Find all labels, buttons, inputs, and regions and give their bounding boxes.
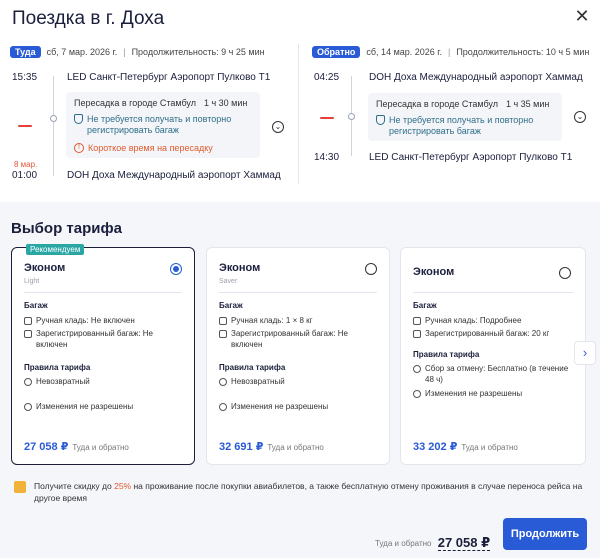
no-change-icon [413,390,421,398]
tariff-radio[interactable] [170,263,182,275]
return-dep-airport: DOH Доха Международный аэропорт Хаммад [369,72,583,83]
tariff-price: 27 058 ₽ Туда и обратно [24,441,129,453]
chevron-right-icon[interactable]: › [574,341,596,365]
outbound-transfer-time: 1 ч 30 мин [203,98,248,108]
hand-luggage-item: Ручная кладь: Не включен [24,316,184,327]
outbound-transfer-box: Пересадка в городе Стамбул 1 ч 30 мин Не… [66,92,260,158]
outbound-date: сб, 7 мар. 2026 г. [46,47,118,57]
return-transfer-time: 1 ч 35 мин [505,99,550,109]
tariff-price: 32 691 ₽ Туда и обратно [219,441,324,453]
bag-icon [219,317,227,325]
return-expand-icon[interactable]: ⌄ [574,111,586,123]
refund-icon [413,365,421,373]
change-rule: Изменения не разрешены [219,402,379,413]
return-arr-time: 14:30 [314,152,340,163]
outbound-transfer-warning: Короткое время на пересадку [88,142,213,153]
close-icon[interactable]: ✕ [572,6,592,26]
return-transfer-note: Не требуется получать и повторно регистр… [389,115,534,137]
shield-icon [74,114,83,124]
recommended-badge: Рекомендуем [26,244,85,255]
return-transfer-city: Пересадка в городе Стамбул [376,99,498,109]
return-header: Обратно сб, 14 мар. 2026 г. | Продолжите… [312,46,589,58]
change-rule: Изменения не разрешены [413,389,575,400]
no-change-icon [24,403,32,411]
outbound-duration: Продолжительность: 9 ч 25 мин [131,47,265,57]
no-refund-icon [219,378,227,386]
warning-icon: ! [74,142,84,153]
change-rule: Изменения не разрешены [24,402,184,413]
suitcase-icon [24,330,32,338]
outbound-route-line [53,76,54,176]
outbound-header: Туда сб, 7 мар. 2026 г. | Продолжительно… [10,46,265,58]
tariff-radio[interactable] [559,267,571,279]
return-transfer-dot [348,113,355,120]
tariff-card-light[interactable]: Рекомендуем Эконом Light Багаж Ручная кл… [11,244,195,465]
rules-title: Правила тарифа [219,363,286,372]
legs-divider [298,44,299,184]
suitcase-icon [219,330,227,338]
hand-luggage-item: Ручная кладь: 1 × 8 кг [219,316,379,327]
checked-baggage-item: Зарегистрированный багаж: 20 кг [413,329,575,340]
baggage-title: Багаж [219,301,243,310]
outbound-arr-date-note: 8 мар. [14,160,38,169]
checked-baggage-item: Зарегистрированный багаж: Не включен [24,329,184,351]
tariff-card-flex[interactable]: Эконом Багаж Ручная кладь: Подробнее Зар… [400,247,586,465]
tariffs-section: Выбор тарифа Рекомендуем Эконом Light Ба… [0,202,600,558]
page-title: Поездка в г. Доха [12,8,165,29]
outbound-dep-airport: LED Санкт-Петербург Аэропорт Пулково Т1 [67,72,271,83]
tariff-name: Эконом [219,262,261,274]
tariff-card-saver[interactable]: Эконом Saver Багаж Ручная кладь: 1 × 8 к… [206,247,390,465]
return-dep-time: 04:25 [314,72,340,83]
return-badge: Обратно [312,46,361,58]
tariff-name: Эконом [24,262,66,274]
outbound-dep-time: 15:35 [12,72,38,83]
return-duration: Продолжительность: 10 ч 5 мин [456,47,590,57]
outbound-expand-icon[interactable]: ⌄ [272,121,284,133]
baggage-title: Багаж [24,301,48,310]
shield-icon [376,115,385,125]
total-price: 27 058 ₽ [437,535,491,551]
no-refund-icon [24,378,32,386]
return-date: сб, 14 мар. 2026 г. [366,47,442,57]
airline-logo [18,124,32,128]
footer-total: Туда и обратно 27 058 ₽ [375,535,491,551]
tariff-price: 33 202 ₽ Туда и обратно [413,441,518,453]
bag-icon [24,317,32,325]
refund-rule: Невозвратный [24,377,184,388]
outbound-transfer-note: Не требуется получать и повторно регистр… [87,114,232,136]
airline-logo [320,116,334,120]
outbound-transfer-dot [50,115,57,122]
outbound-arr-time: 01:00 [12,170,38,181]
hand-luggage-item: Ручная кладь: Подробнее [413,316,575,327]
no-change-icon [219,403,227,411]
gift-icon [14,481,26,493]
promo-banner: Получите скидку до 25% на проживание пос… [14,480,584,505]
return-transfer-box: Пересадка в городе Стамбул 1 ч 35 мин Не… [368,93,562,141]
tariff-subname: Saver [219,278,238,285]
bag-icon [413,317,421,325]
checked-baggage-item: Зарегистрированный багаж: Не включен [219,329,379,351]
suitcase-icon [413,330,421,338]
tariff-name: Эконом [413,266,455,278]
tariff-subname: Light [24,278,40,285]
tariff-radio[interactable] [365,263,377,275]
refund-rule: Невозвратный [219,377,379,388]
rules-title: Правила тарифа [24,363,91,372]
return-leg: Обратно сб, 14 мар. 2026 г. | Продолжите… [312,46,600,196]
outbound-arr-airport: DOH Доха Международный аэропорт Хаммад [67,170,281,181]
return-arr-airport: LED Санкт-Петербург Аэропорт Пулково Т1 [369,152,573,163]
tariffs-title: Выбор тарифа [11,220,122,237]
rules-title: Правила тарифа [413,350,480,359]
outbound-badge: Туда [10,46,41,58]
outbound-leg: Туда сб, 7 мар. 2026 г. | Продолжительно… [10,46,300,196]
baggage-title: Багаж [413,301,437,310]
outbound-transfer-city: Пересадка в городе Стамбул [74,98,196,108]
continue-button[interactable]: Продолжить [503,518,587,550]
cancel-rule: Сбор за отмену: Бесплатно (в течение 48 … [413,364,575,386]
